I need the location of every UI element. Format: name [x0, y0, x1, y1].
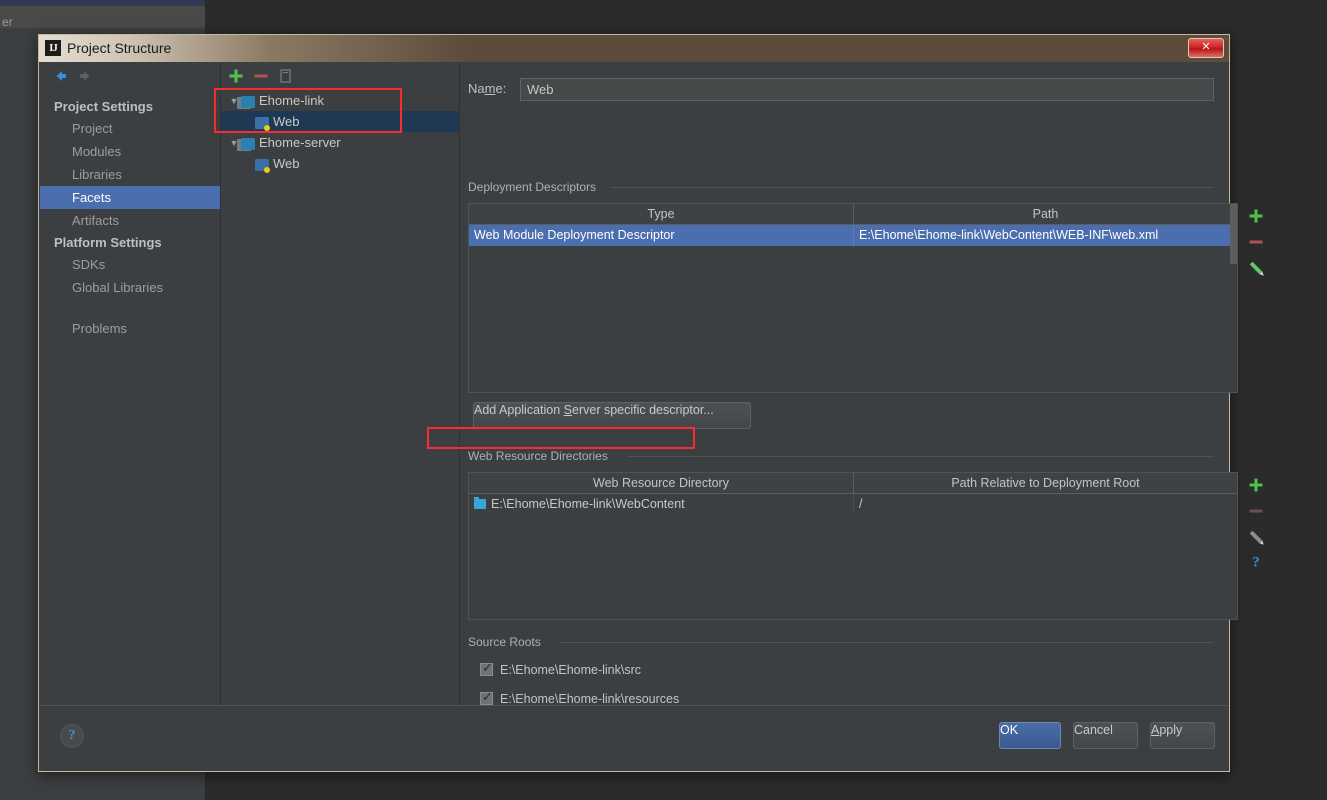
tree-node-label: Ehome-link [259, 93, 325, 108]
web-facet-icon [255, 116, 270, 131]
dialog-footer: ? OK Cancel Apply [40, 705, 1228, 770]
arrow-left-icon[interactable] [52, 67, 70, 85]
sidebar-item-modules[interactable]: Modules [40, 140, 220, 163]
name-input[interactable] [520, 78, 1214, 101]
table-header: Web Resource Directory Path Relative to … [469, 473, 1237, 494]
copy-icon[interactable] [276, 66, 296, 86]
settings-nav-panel: Project Settings Project Modules Librari… [40, 62, 221, 706]
column-header-path-relative[interactable]: Path Relative to Deployment Root [854, 473, 1237, 493]
sidebar-item-sdks[interactable]: SDKs [40, 253, 220, 276]
chevron-down-icon[interactable]: ▼ [227, 133, 241, 154]
cell-type: Web Module Deployment Descriptor [469, 225, 854, 246]
chevron-down-icon[interactable]: ▼ [227, 91, 241, 112]
background-tab-label: er [2, 15, 13, 29]
sidebar-item-global-libraries[interactable]: Global Libraries [40, 276, 220, 299]
edit-descriptor-button[interactable] [1241, 255, 1271, 281]
module-icon [241, 95, 255, 108]
table-scrollbar-thumb[interactable] [1230, 204, 1237, 264]
plus-icon[interactable] [226, 66, 246, 86]
ok-button[interactable]: OK [999, 722, 1061, 749]
column-header-web-resource-directory[interactable]: Web Resource Directory [469, 473, 854, 493]
nav-list: Project Settings Project Modules Librari… [40, 96, 220, 340]
deployment-descriptors-buttons [1241, 203, 1271, 281]
add-application-server-descriptor-button[interactable]: Add Application Server specific descript… [473, 402, 751, 429]
dialog-title: Project Structure [67, 40, 172, 56]
web-resource-directories-buttons: ? [1241, 472, 1271, 576]
section-divider [628, 456, 1214, 457]
dialog-titlebar[interactable]: IJ Project Structure ✕ [39, 35, 1229, 63]
deployment-descriptors-table[interactable]: Type Path Web Module Deployment Descript… [468, 203, 1238, 393]
sidebar-item-facets[interactable]: Facets [40, 186, 220, 209]
sidebar-item-libraries[interactable]: Libraries [40, 163, 220, 186]
tree-node-ehome-server-web[interactable]: Web [221, 153, 459, 174]
table-row[interactable]: Web Module Deployment Descriptor E:\Ehom… [469, 225, 1237, 246]
nav-group-platform-settings: Platform Settings [54, 235, 162, 250]
apply-button[interactable]: Apply [1150, 722, 1215, 749]
cell-directory-text: E:\Ehome\Ehome-link\WebContent [491, 497, 685, 511]
tree-node-label: Web [273, 114, 300, 129]
close-icon[interactable]: ✕ [1188, 38, 1224, 58]
section-divider [610, 187, 1214, 188]
tree-node-label: Ehome-server [259, 135, 341, 150]
add-descriptor-label: Add Application Server specific descript… [474, 403, 714, 417]
project-structure-dialog: IJ Project Structure ✕ Project Settings … [38, 34, 1263, 772]
minus-icon[interactable] [251, 66, 271, 86]
sidebar-item-artifacts[interactable]: Artifacts [40, 209, 220, 232]
facets-tree-panel: ▼ Ehome-link Web ▼ Ehome-server Web [221, 62, 460, 706]
column-header-path[interactable]: Path [854, 204, 1237, 224]
apply-label: Apply [1151, 723, 1183, 737]
deployment-descriptors-label: Deployment Descriptors [468, 180, 602, 194]
cell-relative-path: / [859, 497, 863, 511]
add-descriptor-button[interactable] [1241, 203, 1271, 229]
tree-toolbar [221, 62, 459, 90]
nav-divider [40, 299, 220, 317]
tree-node-ehome-server[interactable]: ▼ Ehome-server [221, 132, 459, 153]
module-icon [241, 137, 255, 150]
intellij-idea-icon: IJ [45, 40, 61, 56]
web-facet-icon [255, 158, 270, 173]
web-resource-directories-table[interactable]: Web Resource Directory Path Relative to … [468, 472, 1238, 620]
edit-web-resource-button[interactable] [1241, 524, 1271, 550]
nav-group-project-settings: Project Settings [54, 99, 153, 114]
cancel-button[interactable]: Cancel [1073, 722, 1138, 749]
nav-toolbar [40, 62, 220, 90]
tree-node-label: Web [273, 156, 300, 171]
arrow-right-icon[interactable] [76, 67, 94, 85]
sidebar-item-project[interactable]: Project [40, 117, 220, 140]
background-tab-strip: er [0, 6, 205, 29]
source-roots-label: Source Roots [468, 635, 546, 649]
add-web-resource-button[interactable] [1241, 472, 1271, 498]
name-label: Name: [468, 81, 507, 96]
name-row: Name: [468, 78, 1214, 101]
column-header-type[interactable]: Type [469, 204, 854, 224]
folder-icon [474, 496, 486, 509]
dialog-body: Project Settings Project Modules Librari… [40, 62, 1263, 770]
sidebar-item-problems[interactable]: Problems [40, 317, 220, 340]
web-resource-directories-label: Web Resource Directories [468, 449, 613, 463]
help-web-resource-button[interactable]: ? [1241, 550, 1271, 576]
tree-node-ehome-link[interactable]: ▼ Ehome-link [221, 90, 459, 111]
remove-descriptor-button[interactable] [1241, 229, 1271, 255]
section-divider [560, 642, 1214, 643]
tree-list: ▼ Ehome-link Web ▼ Ehome-server Web [221, 90, 459, 174]
tree-node-ehome-link-web[interactable]: Web [221, 111, 459, 132]
cell-web-resource-directory: E:\Ehome\Ehome-link\WebContent [469, 494, 854, 515]
table-row[interactable]: E:\Ehome\Ehome-link\WebContent / [469, 494, 1237, 515]
help-icon[interactable]: ? [60, 724, 84, 748]
facet-detail-panel: Name: Deployment Descriptors Type Path W… [460, 62, 1263, 752]
remove-web-resource-button[interactable] [1241, 498, 1271, 524]
table-header: Type Path [469, 204, 1237, 225]
cell-path: E:\Ehome\Ehome-link\WebContent\WEB-INF\w… [859, 228, 1159, 242]
